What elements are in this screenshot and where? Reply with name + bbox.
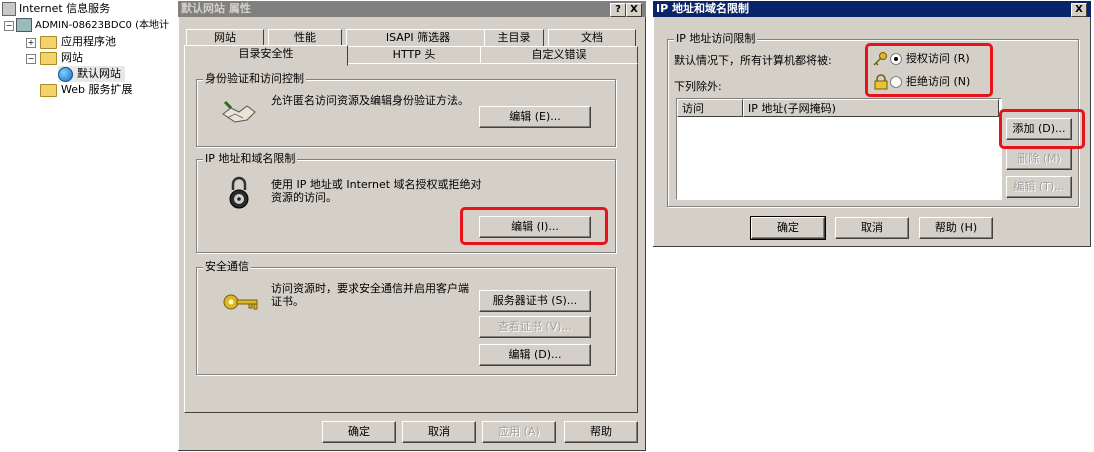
grant-radio[interactable] [890,53,902,65]
secure-communication-group: 安全通信 访问资源时，要求安全通信并启用客户端证书。 服务器证书 (S)... … [196,260,616,375]
key-icon [223,294,258,310]
ip-access-group-label: IP 地址访问限制 [674,32,758,46]
remove-button[interactable]: 删除 (M) [1006,148,1072,170]
view-certificate-button[interactable]: 查看证书 (V)... [479,316,591,338]
help-title-button[interactable]: ? [610,3,626,17]
tab-directory-security[interactable]: 目录安全性 [184,45,348,66]
deny-access-option[interactable]: 拒绝访问 (N) [890,75,970,89]
add-button[interactable]: 添加 (D)... [1006,118,1072,140]
close-title-button[interactable]: X [626,3,642,17]
tree-app-pools[interactable]: 应用程序池 [40,34,116,50]
ip-description: 使用 IP 地址或 Internet 域名授权或拒绝对资源的访问。 [271,178,482,204]
grant-access-option[interactable]: 授权访问 (R) [890,52,970,66]
ip-cancel-button[interactable]: 取消 [835,217,909,239]
auth-description: 允许匿名访问资源及编辑身份验证方法。 [271,94,469,107]
tab-home-directory[interactable]: 主目录 [484,29,544,47]
expand-app-pools-icon[interactable]: + [26,38,36,48]
padlock-icon [229,176,249,209]
exceptions-list[interactable]: 访问 IP 地址(子网掩码) [676,98,1002,200]
collapse-server-icon[interactable]: − [4,21,14,31]
edit-button[interactable]: 编辑 (T)... [1006,176,1072,198]
deny-label: 拒绝访问 (N) [906,75,971,88]
ip-group-label: IP 地址和域名限制 [203,152,298,166]
secure-edit-button[interactable]: 编辑 (D)... [479,344,591,366]
ip-dialog-title: IP 地址和域名限制 [656,2,749,15]
ip-edit-button[interactable]: 编辑 (I)... [479,216,591,238]
handshake-icon [222,100,256,123]
secure-description: 访问资源时，要求安全通信并启用客户端证书。 [271,282,469,308]
properties-titlebar: 默认网站 属性 [178,1,646,17]
tab-http-headers[interactable]: HTTP 头 [346,46,482,64]
iis-manager-icon [2,2,16,16]
ip-dialog-close-button[interactable]: X [1071,3,1087,17]
column-ip-address[interactable]: IP 地址(子网掩码) [743,99,999,117]
computer-icon [16,18,32,32]
website-globe-icon [58,66,73,82]
tab-custom-errors[interactable]: 自定义错误 [480,46,638,64]
apply-button[interactable]: 应用 (A) [482,421,556,443]
except-label: 下列除外: [674,80,722,93]
auth-group-label: 身份验证和访问控制 [203,72,306,86]
ok-button[interactable]: 确定 [322,421,396,443]
tree-default-site[interactable]: 默认网站 [58,66,125,82]
tree-server[interactable]: ADMIN-08623BDC0 (本地计 [16,17,169,33]
tree-websites-label: 网站 [61,51,83,64]
tab-documents[interactable]: 文档 [548,29,636,47]
tree-websites[interactable]: 网站 [40,50,83,66]
tree-default-site-label: 默认网站 [77,67,121,80]
tab-isapi-filters[interactable]: ISAPI 筛选器 [346,29,490,47]
properties-dialog: 默认网站 属性 ? X 网站 性能 ISAPI 筛选器 主目录 文档 目录安全性… [177,0,647,452]
ip-dialog-titlebar: IP 地址和域名限制 [653,1,1091,17]
grant-label: 授权访问 (R) [906,52,970,65]
server-certificate-button[interactable]: 服务器证书 (S)... [479,290,591,312]
auth-group: 身份验证和访问控制 允许匿名访问资源及编辑身份验证方法。 编辑 (E)... [196,72,616,147]
ip-help-button[interactable]: 帮助 (H) [919,217,993,239]
folder-open-icon [40,51,57,65]
tree-server-label: ADMIN-08623BDC0 (本地计 [35,20,170,31]
cancel-button[interactable]: 取消 [402,421,476,443]
deny-lock-icon [874,74,888,90]
tree-web-extensions[interactable]: Web 服务扩展 [40,82,132,98]
tree-root[interactable]: Internet 信息服务 [2,1,110,17]
grant-key-icon [873,52,887,66]
tree-root-label: Internet 信息服务 [19,2,111,15]
ip-restrictions-dialog: IP 地址和域名限制 X IP 地址访问限制 默认情况下，所有计算机都将被: 授… [652,0,1092,248]
default-access-label: 默认情况下，所有计算机都将被: [674,54,832,67]
folder-icon [40,35,57,49]
folder-icon [40,83,57,97]
tree-web-ext-label: Web 服务扩展 [61,83,133,96]
deny-radio[interactable] [890,76,902,88]
ip-restrictions-group: IP 地址和域名限制 使用 IP 地址或 Internet 域名授权或拒绝对资源… [196,152,616,253]
iis-tree-panel: Internet 信息服务 − ADMIN-08623BDC0 (本地计 + 应… [0,0,176,452]
secure-group-label: 安全通信 [203,260,251,274]
ip-access-group: IP 地址访问限制 默认情况下，所有计算机都将被: 授权访问 (R) 下列除外:… [667,32,1079,207]
auth-edit-button[interactable]: 编辑 (E)... [479,106,591,128]
help-button[interactable]: 帮助 [564,421,638,443]
collapse-websites-icon[interactable]: − [26,54,36,64]
tree-app-pools-label: 应用程序池 [61,35,116,48]
ip-ok-button[interactable]: 确定 [750,216,826,240]
column-access[interactable]: 访问 [677,99,743,117]
properties-title: 默认网站 属性 [181,2,251,15]
